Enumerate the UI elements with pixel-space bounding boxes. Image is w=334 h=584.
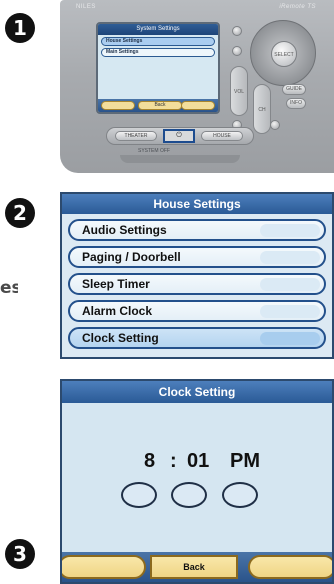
- model-label: iRemote TS: [279, 4, 316, 10]
- brand-logo: NILES: [76, 4, 96, 10]
- back-button[interactable]: Back: [150, 555, 238, 579]
- minute-adjust-button[interactable]: [171, 482, 207, 508]
- minute-value: 01: [187, 450, 210, 472]
- screen-bar-right-button[interactable]: [181, 101, 215, 110]
- channel-rocker[interactable]: CH: [253, 84, 271, 134]
- directional-pad[interactable]: SELECT: [250, 20, 316, 86]
- menu-item-paging-doorbell[interactable]: Paging / Doorbell: [68, 246, 326, 268]
- step-3-badge: 3: [5, 539, 35, 569]
- remote-control: NILES iRemote TS System Settings House S…: [60, 0, 334, 173]
- step-1-badge: 1: [5, 13, 35, 43]
- screen-item-main-settings[interactable]: Main Settings: [101, 48, 215, 57]
- house-settings-screen: House Settings Audio Settings Paging / D…: [60, 192, 334, 359]
- screen-bottom-bar: Back: [98, 99, 218, 112]
- screen-title: Clock Setting: [62, 381, 332, 403]
- menu-item-tab: [260, 278, 320, 291]
- volume-rocker[interactable]: VOL: [230, 66, 248, 116]
- menu-item-label: Sleep Timer: [82, 277, 150, 291]
- menu-item-label: Alarm Clock: [82, 304, 153, 318]
- remote-button[interactable]: [232, 46, 242, 56]
- screen-title: House Settings: [62, 194, 332, 214]
- screen-title: System Settings: [98, 24, 218, 35]
- menu-item-alarm-clock[interactable]: Alarm Clock: [68, 300, 326, 322]
- time-separator: :: [170, 450, 177, 472]
- bottom-button-bar: Back: [62, 552, 332, 582]
- remote-top-button[interactable]: [232, 26, 242, 36]
- remote-button[interactable]: [270, 120, 280, 130]
- menu-item-tab: [260, 224, 320, 237]
- screen-back-button[interactable]: Back: [138, 101, 182, 110]
- bar-left-button[interactable]: [62, 555, 146, 579]
- menu-item-audio-settings[interactable]: Audio Settings: [68, 219, 326, 241]
- hour-adjust-button[interactable]: [121, 482, 157, 508]
- menu-item-label: Clock Setting: [82, 331, 159, 345]
- info-button[interactable]: INFO: [286, 98, 306, 109]
- menu-item-sleep-timer[interactable]: Sleep Timer: [68, 273, 326, 295]
- house-button[interactable]: HOUSE: [201, 131, 243, 141]
- hour-value: 8: [144, 450, 156, 472]
- menu-item-tab: [260, 332, 320, 345]
- select-button[interactable]: SELECT: [271, 41, 297, 67]
- screen-item-house-settings[interactable]: House Settings: [101, 37, 215, 46]
- clock-setting-screen: Clock Setting 8 : 01 PM Back: [60, 379, 334, 584]
- menu-item-tab: [260, 305, 320, 318]
- guide-button[interactable]: GUIDE: [282, 84, 306, 95]
- mode-button-strip: THEATER ⏻ HOUSE: [106, 127, 254, 145]
- menu-item-label: Audio Settings: [82, 223, 167, 237]
- screen-bar-left-button[interactable]: [101, 101, 135, 110]
- power-button[interactable]: ⏻: [163, 129, 195, 143]
- menu-item-tab: [260, 251, 320, 264]
- step-2-badge: 2: [5, 198, 35, 228]
- ampm-value: PM: [230, 450, 260, 472]
- theater-button[interactable]: THEATER: [115, 131, 157, 141]
- remote-bottom-edge: [120, 155, 240, 163]
- menu-item-label: Paging / Doorbell: [82, 250, 181, 264]
- remote-screen: System Settings House Settings Main Sett…: [96, 22, 220, 114]
- menu-item-clock-setting[interactable]: Clock Setting: [68, 327, 326, 349]
- system-off-label: SYSTEM OFF: [138, 148, 170, 154]
- ampm-toggle-button[interactable]: [222, 482, 258, 508]
- bar-right-button[interactable]: [248, 555, 332, 579]
- cropped-caption-text: es: [0, 278, 18, 298]
